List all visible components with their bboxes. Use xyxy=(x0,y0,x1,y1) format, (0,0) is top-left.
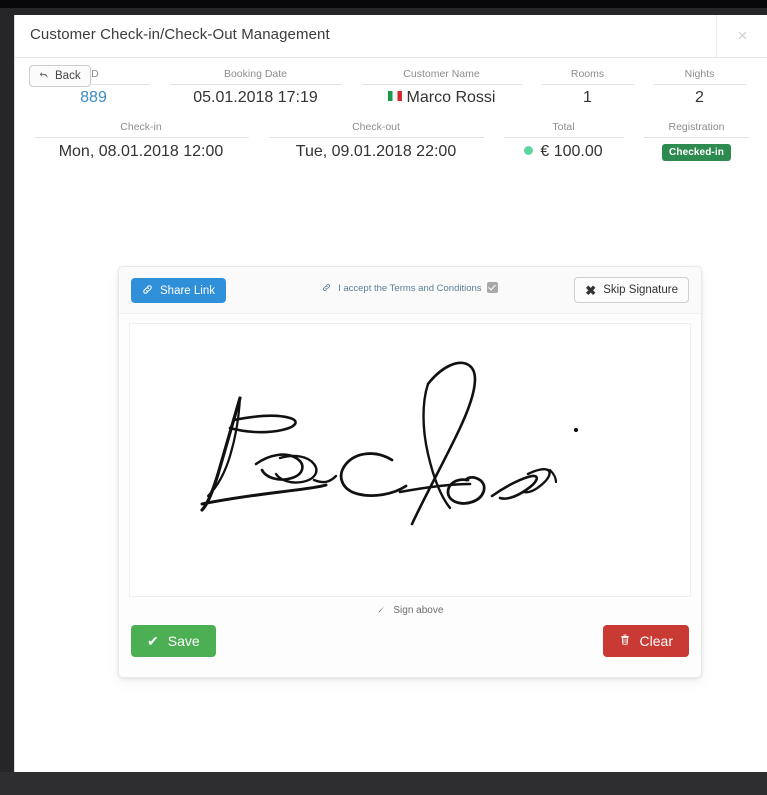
column-gap xyxy=(522,85,542,117)
back-button[interactable]: Back xyxy=(29,65,91,87)
sign-above-label: Sign above xyxy=(393,605,444,616)
page-title: Customer Check-in/Check-Out Management xyxy=(30,26,330,43)
column-gap xyxy=(342,85,362,117)
column-header-rooms: Rooms xyxy=(541,66,634,85)
column-gap xyxy=(484,138,504,171)
signature-ink xyxy=(200,361,579,526)
column-gap xyxy=(634,66,654,85)
signature-footer: ✔ Save Clear xyxy=(119,619,701,677)
column-gap xyxy=(150,85,170,117)
save-button-label: Save xyxy=(167,633,200,649)
total-amount-label: € 100.00 xyxy=(540,142,603,160)
pen-icon xyxy=(377,606,389,617)
skip-signature-label: Skip Signature xyxy=(603,284,678,296)
column-header-total: Total xyxy=(503,119,624,138)
cell-nights: 2 xyxy=(695,89,704,106)
signature-card: Share Link I accept the Terms and Condit… xyxy=(118,266,702,678)
column-gap xyxy=(249,119,269,138)
column-header-check-in: Check-in xyxy=(33,119,249,138)
sign-above-hint: Sign above xyxy=(119,597,701,619)
close-icon[interactable]: × xyxy=(716,15,767,57)
column-gap xyxy=(624,119,644,138)
cell-customer-name: Marco Rossi xyxy=(362,85,522,117)
status-dot-icon xyxy=(524,145,534,155)
table-header-row: Check-in Check-out Total Registration xyxy=(33,119,750,138)
column-gap xyxy=(522,66,542,85)
table-header-row: ID Booking Date Customer Name Rooms Nigh… xyxy=(37,66,746,85)
modal-dialog: Customer Check-in/Check-Out Management ×… xyxy=(14,15,767,772)
cell-registration: Checked-in xyxy=(644,138,750,171)
check-icon: ✔ xyxy=(147,633,159,649)
terms-checkbox[interactable] xyxy=(486,282,498,293)
customer-name-label: Marco Rossi xyxy=(406,89,496,106)
column-gap xyxy=(150,66,170,85)
undo-arrow-icon xyxy=(39,71,50,82)
cell-rooms: 1 xyxy=(583,89,592,106)
column-gap xyxy=(624,138,644,171)
clear-button[interactable]: Clear xyxy=(602,625,689,657)
column-gap xyxy=(484,119,504,138)
frame-top-bar xyxy=(0,0,767,8)
table-row: 889 05.01.2018 17:19 Marco Rossi 1 2 xyxy=(38,85,746,117)
column-gap xyxy=(634,85,654,117)
cell-id[interactable]: 889 xyxy=(38,85,150,117)
skip-signature-button[interactable]: ✖ Skip Signature xyxy=(574,277,689,303)
save-button[interactable]: ✔ Save xyxy=(131,625,216,657)
signature-toolbar: Share Link I accept the Terms and Condit… xyxy=(119,267,701,314)
column-gap xyxy=(342,66,362,85)
frame-bottom-bar xyxy=(0,772,767,795)
cell-booking-date: 05.01.2018 17:19 xyxy=(193,89,318,106)
column-gap xyxy=(249,138,269,171)
back-button-label: Back xyxy=(55,70,81,82)
clear-button-label: Clear xyxy=(639,633,673,649)
device-frame: Customer Check-in/Check-Out Management ×… xyxy=(0,0,767,795)
column-header-registration: Registration xyxy=(643,119,750,138)
column-header-booking-date: Booking Date xyxy=(169,66,342,85)
column-header-check-out: Check-out xyxy=(268,119,484,138)
booking-summary-table-row1: ID Booking Date Customer Name Rooms Nigh… xyxy=(37,66,746,117)
cell-check-out: Tue, 09.01.2018 22:00 xyxy=(295,142,457,160)
column-header-customer-name: Customer Name xyxy=(361,66,522,85)
modal-header: Customer Check-in/Check-Out Management × xyxy=(15,15,767,58)
column-header-nights: Nights xyxy=(653,66,746,85)
cell-total: € 100.00 xyxy=(504,138,624,171)
signature-canvas[interactable] xyxy=(129,323,691,597)
status-badge: Checked-in xyxy=(662,144,731,161)
table-row: Mon, 08.01.2018 12:00 Tue, 09.01.2018 22… xyxy=(34,138,750,171)
cell-check-in: Mon, 08.01.2018 12:00 xyxy=(58,142,224,160)
italy-flag-icon xyxy=(387,91,402,101)
booking-summary-table-row2: Check-in Check-out Total Registration Mo… xyxy=(33,119,750,171)
terms-link[interactable]: I accept the Terms and Conditions xyxy=(338,283,481,294)
link-icon xyxy=(322,284,334,295)
close-x-icon: ✖ xyxy=(585,282,597,298)
trash-icon xyxy=(619,633,631,649)
booking-info-strip: Back ID Booking Date Customer Name Rooms… xyxy=(15,58,767,171)
